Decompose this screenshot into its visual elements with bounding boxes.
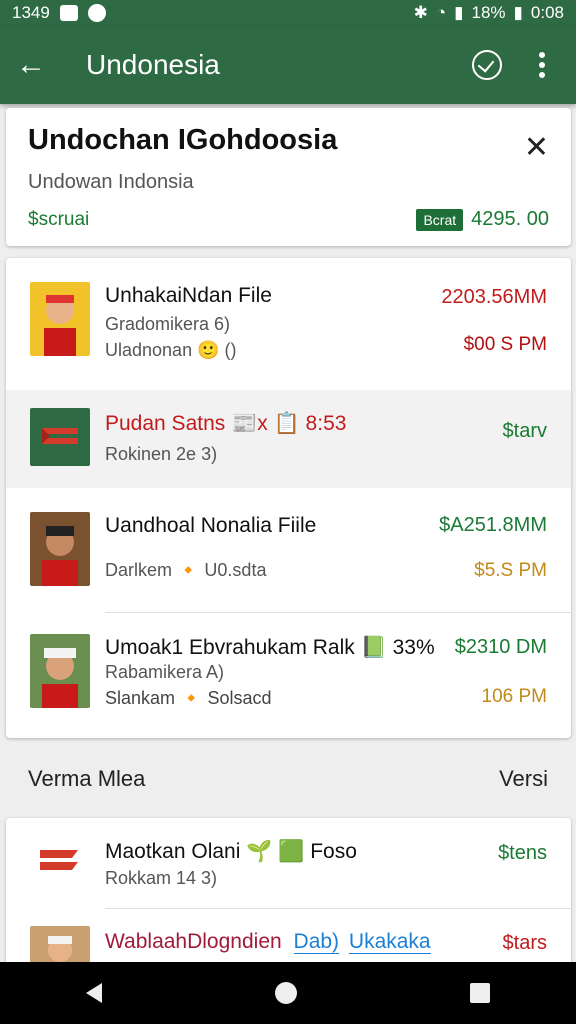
list-item-amount: $A251.8MM <box>439 514 547 536</box>
list-item-meta: Uladnonan 🙂 () <box>105 340 237 360</box>
avatar <box>30 926 90 966</box>
check-circle-icon[interactable] <box>472 50 502 80</box>
section-action[interactable]: Versi <box>499 766 548 792</box>
app-title: Undonesia <box>86 49 220 80</box>
list-item[interactable]: Umoak1 Ebvrahukam Ralk 📗 33% Rabamikera … <box>6 614 571 738</box>
battery-level: 18% <box>471 3 506 22</box>
flag-icon <box>30 408 90 466</box>
list-item-amount: $tarv <box>502 420 547 442</box>
bottom-list: Maotkan Olani 🌱 🟩 Foso Rokkam 14 3) $ten… <box>6 818 571 968</box>
total-amount: 4295. 00 <box>471 208 549 230</box>
notification-icon <box>87 4 106 22</box>
gallery-icon <box>59 5 78 21</box>
list-item-amount: $tars <box>502 932 547 954</box>
list-item-title: Pudan Satns 📰x 📋 8:53 <box>105 412 347 435</box>
avatar <box>30 634 90 708</box>
list-item-amount: 2203.56MM <box>441 286 547 308</box>
flag-icon <box>30 836 90 886</box>
status-time: 1349 <box>12 3 50 22</box>
app-bar: ← Undonesia <box>0 26 576 104</box>
summary-card: Undochan IGohdoosia ✕ Undowan Indonsia $… <box>6 108 571 246</box>
list-item-subtitle: Rabamikera A) <box>105 662 225 682</box>
list-item-meta: Slankam 🔸 Solsacd <box>105 688 272 708</box>
list-item-subtitle: Rokinen 2e 3) <box>105 444 218 464</box>
status-clock: 0:08 <box>530 3 564 22</box>
list-item[interactable]: Uandhoal Nonalia Fiile Darlkem 🔸 U0.sdta… <box>6 490 571 612</box>
tag-chip[interactable]: Dab) <box>293 930 340 954</box>
page-title: Undochan IGohdoosia <box>28 124 338 156</box>
list-item-title: WablaahDlogndien Dab) Ukakaka <box>105 930 431 954</box>
back-nav-icon[interactable] <box>86 983 103 1003</box>
status-text: $scruai <box>28 208 90 230</box>
list-item[interactable]: WablaahDlogndien Dab) Ukakaka $tars <box>6 910 571 966</box>
page-subtitle: Undowan Indonsia <box>28 171 194 193</box>
list-item-title: Maotkan Olani 🌱 🟩 Foso <box>105 840 357 863</box>
back-arrow-icon[interactable]: ← <box>16 48 66 82</box>
list-item[interactable]: Pudan Satns 📰x 📋 8:53 Rokinen 2e 3) $tar… <box>6 390 571 488</box>
list-item-subtitle: Darlkem 🔸 U0.sdta <box>105 560 267 580</box>
divider <box>105 908 571 909</box>
signal-icon: ▮ <box>454 3 464 22</box>
status-badge: Bcrat <box>416 208 464 231</box>
list-item-title: Uandhoal Nonalia Fiile <box>105 514 317 537</box>
system-nav-bar <box>0 962 576 1024</box>
list-item-title: Umoak1 Ebvrahukam Ralk 📗 33% <box>105 636 435 659</box>
list-item[interactable]: UnhakaiNdan File Gradomikera 6) Uladnona… <box>6 258 571 388</box>
tag-chip[interactable]: Ukakaka <box>348 930 431 954</box>
recents-nav-icon[interactable] <box>469 983 490 1003</box>
list-item-title: UnhakaiNdan File <box>105 284 272 307</box>
list-item-amount: $tens <box>498 842 547 864</box>
wifi-icon: ◔ <box>435 3 447 22</box>
list-item-time: $00 S PM <box>463 334 547 355</box>
list-item-time: $5.S PM <box>474 560 547 581</box>
list-item-title-text: WablaahDlogndien <box>105 930 282 953</box>
section-header: Verma Mlea Versi <box>28 766 548 792</box>
more-menu-icon[interactable] <box>538 52 546 78</box>
bluetooth-icon: ✱ <box>413 3 428 22</box>
transactions-list: UnhakaiNdan File Gradomikera 6) Uladnona… <box>6 258 571 738</box>
status-bar: 1349 ✱ ◔ ▮ 18% ▮ 0:08 <box>0 0 576 26</box>
list-item-subtitle: Rokkam 14 3) <box>105 868 218 888</box>
avatar <box>30 282 90 356</box>
close-icon[interactable]: ✕ <box>524 130 549 165</box>
section-title: Verma Mlea <box>28 766 146 791</box>
list-item[interactable]: Maotkan Olani 🌱 🟩 Foso Rokkam 14 3) $ten… <box>6 818 571 908</box>
divider <box>105 612 571 613</box>
list-item-time: 106 PM <box>481 686 547 707</box>
avatar <box>30 512 90 586</box>
home-nav-icon[interactable] <box>274 982 297 1004</box>
battery-icon: ▮ <box>513 3 523 22</box>
list-item-amount: $2310 DM <box>454 636 547 658</box>
list-item-subtitle: Gradomikera 6) <box>105 314 231 334</box>
